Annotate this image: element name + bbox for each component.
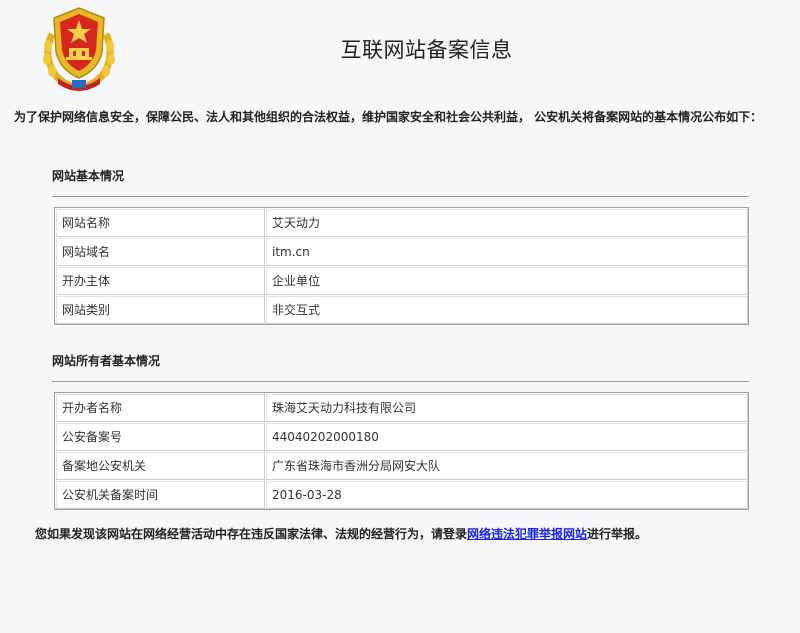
row-value: 2016-03-28 [265,480,748,509]
row-label: 开办主体 [55,266,265,295]
table-row: 公安机关备案时间 2016-03-28 [55,480,748,509]
row-value: 珠海艾天动力科技有限公司 [265,393,748,422]
row-value: 广东省珠海市香洲分局网安大队 [265,451,748,480]
table-row: 公安备案号 44040202000180 [55,422,748,451]
table-row: 网站名称 艾天动力 [55,208,748,237]
site-info-table: 网站名称 艾天动力 网站域名 itm.cn 开办主体 企业单位 网站类别 非交互… [54,207,749,325]
row-label: 网站类别 [55,295,265,324]
table-row: 开办者名称 珠海艾天动力科技有限公司 [55,393,748,422]
row-label: 备案地公安机关 [55,451,265,480]
section-title-owner-info: 网站所有者基本情况 [52,354,161,368]
owner-info-table: 开办者名称 珠海艾天动力科技有限公司 公安备案号 44040202000180 … [54,392,749,510]
divider [52,196,749,197]
row-label: 公安机关备案时间 [55,480,265,509]
row-label: 网站域名 [55,237,265,266]
section-title-site-info: 网站基本情况 [52,169,125,183]
report-suffix: 进行举报。 [587,527,648,541]
table-row: 开办主体 企业单位 [55,266,748,295]
table-row: 网站类别 非交互式 [55,295,748,324]
page-title: 互联网站备案信息 [340,38,513,62]
table-row: 备案地公安机关 广东省珠海市香洲分局网安大队 [55,451,748,480]
divider [52,381,749,382]
row-value: 企业单位 [265,266,748,295]
report-prefix: 您如果发现该网站在网络经营活动中存在违反国家法律、法规的经营行为，请登录 [35,527,468,541]
row-label: 公安备案号 [55,422,265,451]
intro-text: 为了保护网络信息安全，保障公民、法人和其他组织的合法权益，维护国家安全和社会公共… [14,110,763,124]
row-value: 非交互式 [265,295,748,324]
row-label: 开办者名称 [55,393,265,422]
report-notice: 您如果发现该网站在网络经营活动中存在违反国家法律、法规的经营行为，请登录网络违法… [35,525,647,542]
row-value: 44040202000180 [265,422,748,451]
row-value: itm.cn [265,237,748,266]
row-value: 艾天动力 [265,208,748,237]
report-link[interactable]: 网络违法犯罪举报网站 [467,527,587,541]
row-label: 网站名称 [55,208,265,237]
table-row: 网站域名 itm.cn [55,237,748,266]
